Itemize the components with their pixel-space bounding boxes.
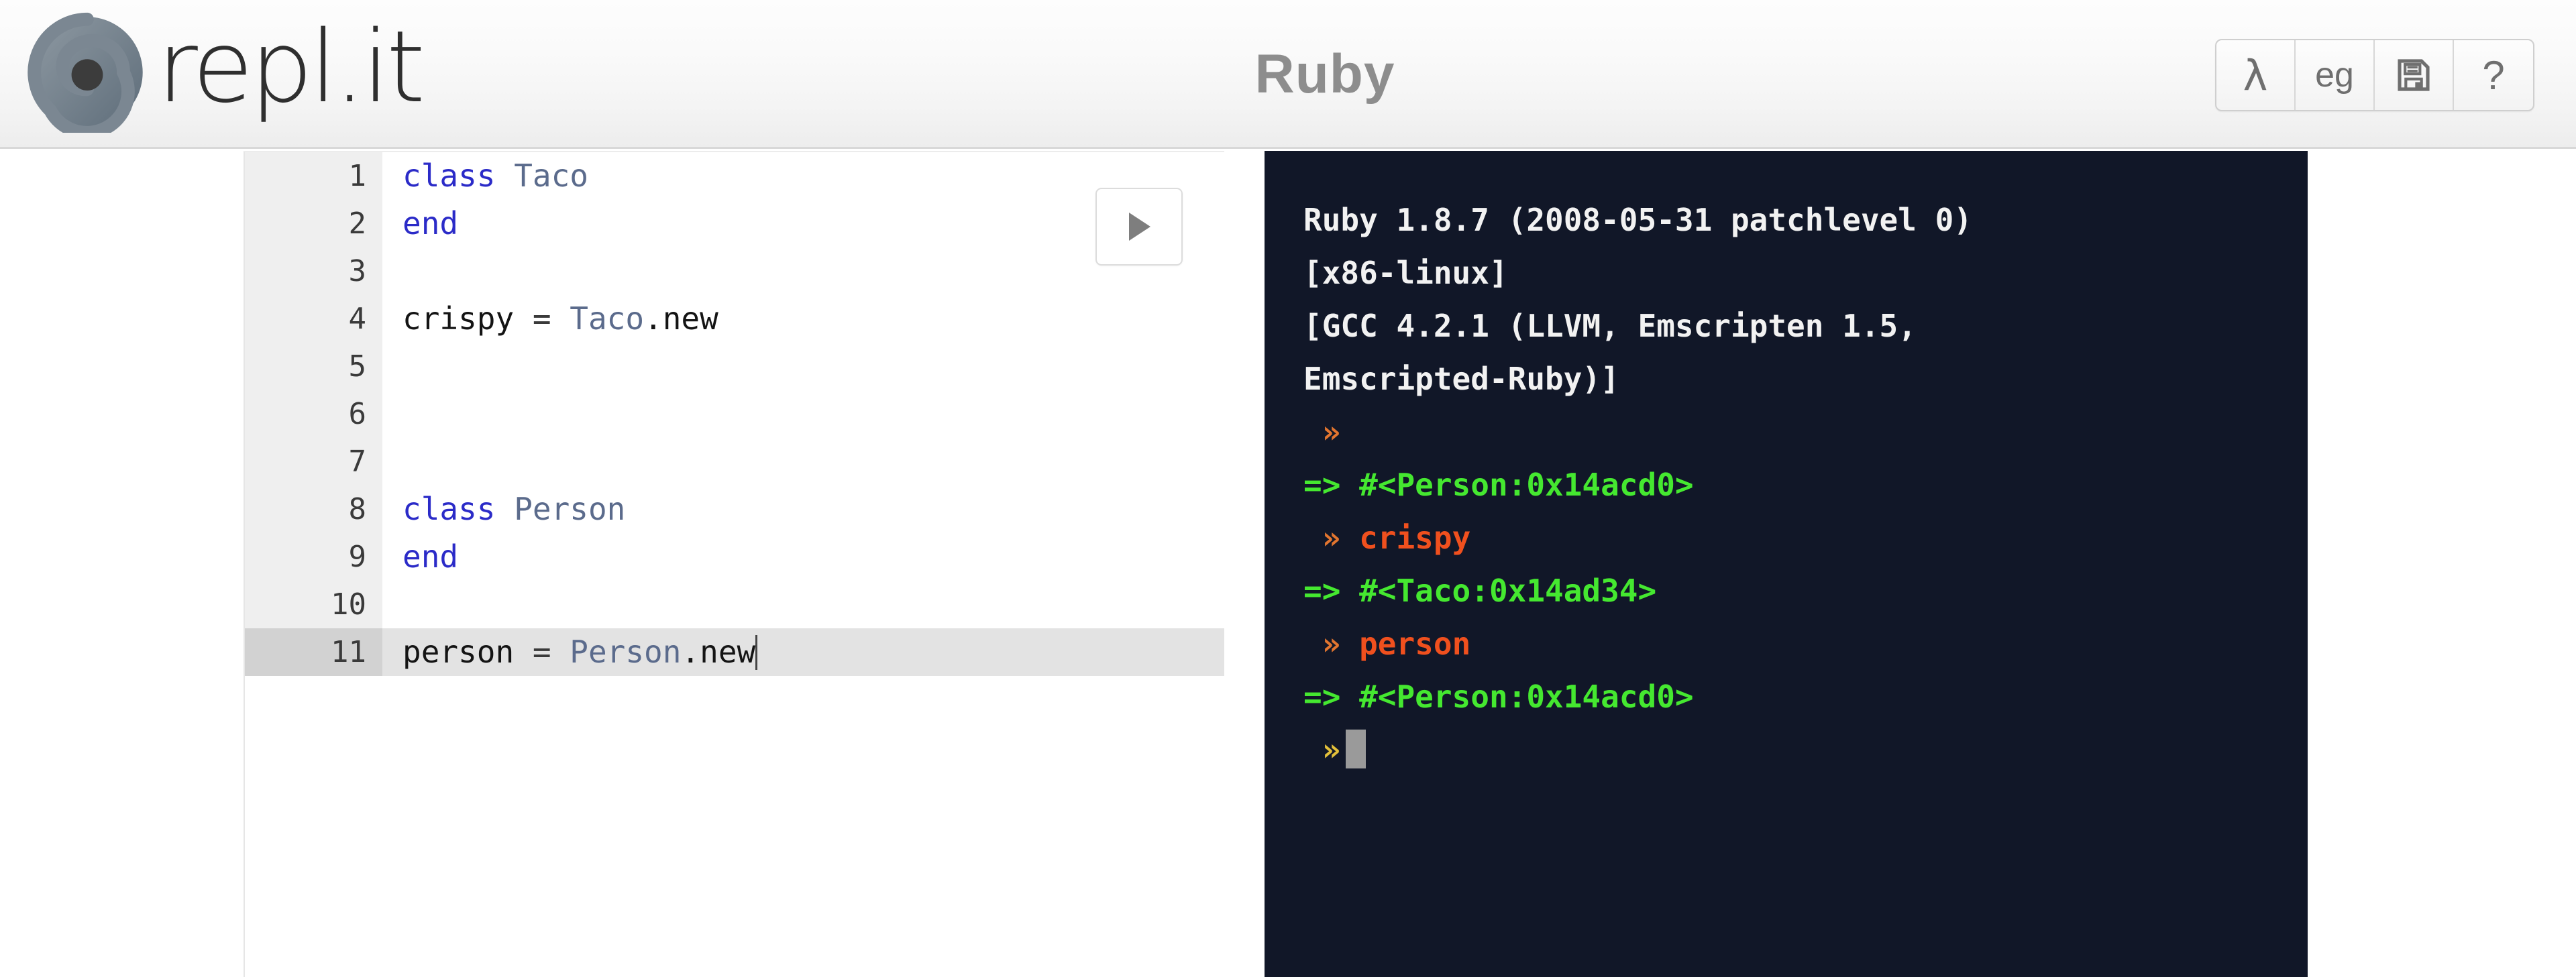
code-line-text: class Person xyxy=(382,485,625,533)
console-line: => #<Taco:0x14ad34> xyxy=(1303,565,2284,618)
code-editor[interactable]: 1 class Taco 2 end 3 4 crispy = Taco.new 5 6 7 8 cl… xyxy=(244,151,1224,977)
code-token: = xyxy=(514,634,570,670)
replit-app: repl.it Ruby λ eg ? 1 class Taco 2 end 3… xyxy=(0,0,2576,977)
code-row[interactable]: 2 end xyxy=(245,200,1224,247)
code-token: Person xyxy=(570,634,682,670)
code-token: Taco xyxy=(570,300,645,337)
console-line: » xyxy=(1303,406,2284,459)
line-number: 8 xyxy=(245,485,382,533)
code-row[interactable]: 7 xyxy=(245,438,1224,485)
console-result: => #<Person:0x14acd0> xyxy=(1303,467,1694,503)
console-banner: Emscripted-Ruby)] xyxy=(1303,361,1619,397)
floppy-disk-icon xyxy=(2398,59,2430,91)
brand[interactable]: repl.it xyxy=(27,5,425,139)
code-line-text: crispy = Taco.new xyxy=(382,295,718,343)
console-banner: Ruby 1.8.7 (2008-05-31 patchlevel 0) xyxy=(1303,202,1972,238)
lambda-icon: λ xyxy=(2243,50,2268,100)
run-button[interactable] xyxy=(1095,188,1183,266)
console-banner: [x86-linux] xyxy=(1303,255,1508,291)
console-block-cursor xyxy=(1346,730,1366,768)
console-line: [x86-linux] xyxy=(1303,247,2284,300)
text-caret xyxy=(755,635,758,670)
console-banner: [GCC 4.2.1 (LLVM, Emscripten 1.5, xyxy=(1303,308,1917,344)
console-line: » person xyxy=(1303,618,2284,671)
help-button[interactable]: ? xyxy=(2454,40,2533,110)
code-token: person xyxy=(402,634,515,670)
line-number: 9 xyxy=(245,533,382,581)
play-icon xyxy=(1129,213,1150,241)
brand-wordmark: repl.it xyxy=(157,9,425,125)
code-token: Person xyxy=(514,491,626,527)
code-token: class xyxy=(402,491,496,527)
code-line-text: class Taco xyxy=(382,152,588,200)
examples-button[interactable]: eg xyxy=(2296,40,2375,110)
code-token: end xyxy=(402,205,459,241)
question-mark-icon: ? xyxy=(2482,52,2505,98)
code-row[interactable]: 5 xyxy=(245,343,1224,390)
console-line: » crispy xyxy=(1303,512,2284,565)
code-line-text: person = Person.new xyxy=(382,628,758,676)
line-number: 1 xyxy=(245,152,382,200)
repl-console[interactable]: Ruby 1.8.7 (2008-05-31 patchlevel 0) [x86… xyxy=(1265,151,2308,977)
line-number: 11 xyxy=(245,628,382,676)
line-number: 4 xyxy=(245,295,382,343)
line-number: 6 xyxy=(245,390,382,438)
console-line: => #<Person:0x14acd0> xyxy=(1303,671,2284,724)
console-output: Ruby 1.8.7 (2008-05-31 patchlevel 0) [x86… xyxy=(1303,194,2284,777)
console-line: [GCC 4.2.1 (LLVM, Emscripten 1.5, xyxy=(1303,300,2284,353)
code-row[interactable]: 6 xyxy=(245,390,1224,438)
console-prompt: » xyxy=(1303,520,1360,556)
code-row[interactable]: 3 xyxy=(245,247,1224,295)
code-row[interactable]: 8 class Person xyxy=(245,485,1224,533)
code-token: = xyxy=(514,300,570,337)
console-prompt: » xyxy=(1303,414,1341,450)
examples-label: eg xyxy=(2315,56,2354,95)
line-number: 3 xyxy=(245,247,382,295)
header-toolbar: λ eg ? xyxy=(2215,39,2534,111)
code-lines: 1 class Taco 2 end 3 4 crispy = Taco.new 5 6 7 8 cl… xyxy=(245,152,1224,676)
code-row[interactable]: 11 person = Person.new xyxy=(245,628,1224,676)
console-result: => #<Person:0x14acd0> xyxy=(1303,679,1694,715)
console-line: Emscripted-Ruby)] xyxy=(1303,353,2284,406)
console-prompt: » xyxy=(1303,732,1341,768)
page-title-text: Ruby xyxy=(1254,44,1395,105)
code-row[interactable]: 9 end xyxy=(245,533,1224,581)
console-result: => #<Taco:0x14ad34> xyxy=(1303,573,1657,609)
console-line: » xyxy=(1303,724,2284,777)
line-number: 10 xyxy=(245,581,382,628)
code-line-text: end xyxy=(382,533,458,581)
line-number: 5 xyxy=(245,343,382,390)
code-token: class xyxy=(402,158,496,194)
lambda-button[interactable]: λ xyxy=(2216,40,2296,110)
line-number: 7 xyxy=(245,438,382,485)
workspace: 1 class Taco 2 end 3 4 crispy = Taco.new 5 6 7 8 cl… xyxy=(0,151,2576,977)
console-line: => #<Person:0x14acd0> xyxy=(1303,459,2284,512)
code-token: Taco xyxy=(514,158,588,194)
code-row[interactable]: 10 xyxy=(245,581,1224,628)
code-token: .new xyxy=(681,634,756,670)
code-token: .new xyxy=(644,300,718,337)
app-header: repl.it Ruby λ eg ? xyxy=(0,0,2576,149)
console-input: crispy xyxy=(1359,520,1471,556)
console-input: person xyxy=(1359,626,1471,662)
code-token: end xyxy=(402,538,459,575)
console-line: Ruby 1.8.7 (2008-05-31 patchlevel 0) xyxy=(1303,194,2284,247)
code-token: crispy xyxy=(402,300,515,337)
line-number: 2 xyxy=(245,200,382,247)
code-line-text: end xyxy=(382,200,458,247)
console-prompt: » xyxy=(1303,626,1360,662)
code-row[interactable]: 1 class Taco xyxy=(245,152,1224,200)
repl-spiral-logo-icon xyxy=(28,12,143,133)
code-row[interactable]: 4 crispy = Taco.new xyxy=(245,295,1224,343)
save-button[interactable] xyxy=(2375,40,2454,110)
